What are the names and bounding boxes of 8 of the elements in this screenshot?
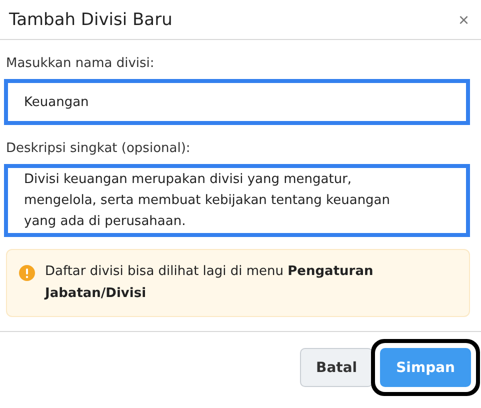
description-field[interactable]: Divisi keuangan merupakan divisi yang mengatur, mengelola, serta membuat kebijakan tentang keuangan yang ada di perusahaan.	[4, 164, 470, 237]
notice-text: Daftar divisi bisa dilihat lagi di menu Pengaturan Jabatan/Divisi	[45, 263, 374, 303]
dialog-title: Tambah Divisi Baru	[9, 10, 172, 30]
input-field[interactable]: Keuangan	[4, 79, 470, 125]
field-label: Masukkan nama divisi:	[5, 56, 154, 71]
warning-icon	[19, 265, 35, 281]
cancel-button[interactable]: Batal	[300, 348, 374, 387]
field-label: Deskripsi singkat (opsional):	[5, 141, 190, 156]
